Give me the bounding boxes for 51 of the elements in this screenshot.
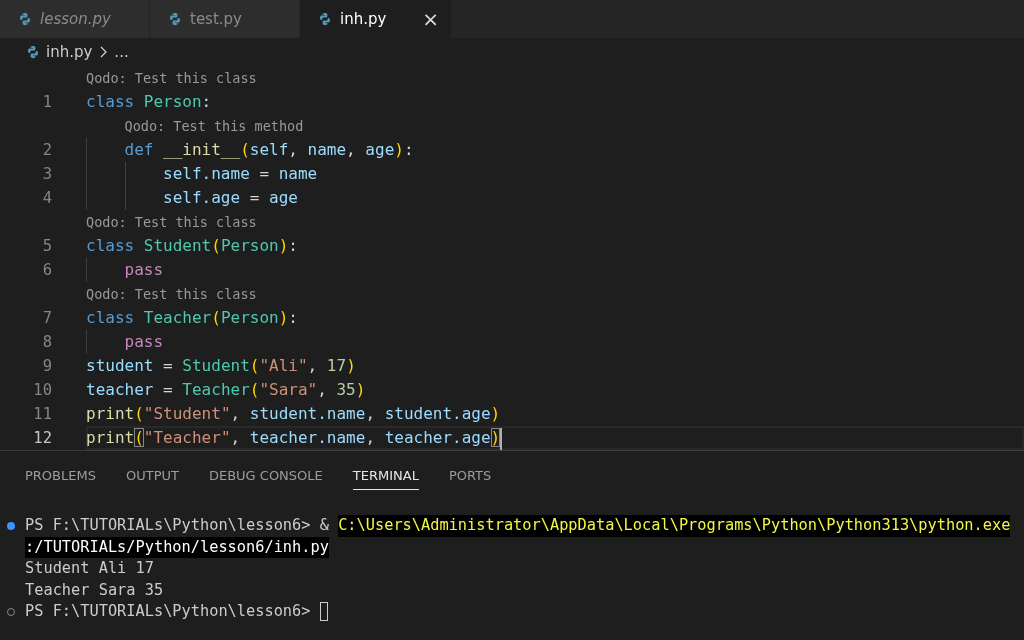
terminal-text: PS F:\TUTORIALs\Python\lesson6>	[25, 601, 312, 622]
panel-tab[interactable]: OUTPUT	[125, 466, 179, 490]
panel-tab[interactable]: TERMINAL	[352, 466, 419, 490]
line-number: 4	[41, 188, 52, 209]
code-line: print("Student", student.name, student.age)	[86, 403, 502, 425]
code-line: teacher = Teacher("Sara", 35)	[86, 379, 367, 401]
terminal-text: Teacher Sara 35	[25, 579, 164, 601]
chevron-right-icon	[98, 46, 109, 58]
editor-tab[interactable]: test.py	[150, 0, 300, 38]
code-line: class Person:	[86, 91, 213, 113]
terminal-text: :/TUTORIALs/Python/lesson6/inh.py	[25, 536, 329, 558]
line-number: 8	[41, 332, 52, 353]
text-cursor	[500, 427, 503, 450]
line-number: 12	[32, 428, 52, 449]
python-file-icon	[18, 12, 32, 26]
editor-tab[interactable]: lesson.py	[0, 0, 150, 38]
terminal-command: C:\Users\Administrator\AppData\Local\Programs\Python\Python313\python.exe	[338, 515, 1011, 537]
code-line: def __init__(self, name, age):	[86, 138, 1024, 162]
line-number: 1	[41, 92, 52, 113]
python-file-icon	[318, 12, 332, 26]
codelens-link[interactable]: Qodo: Test this class	[86, 68, 257, 88]
code-line: class Teacher(Person):	[86, 307, 299, 329]
code-line: self.age = age	[86, 186, 1024, 210]
python-file-icon	[168, 12, 182, 26]
editor-tab[interactable]: inh.py ×	[300, 0, 452, 38]
panel-tab[interactable]: DEBUG CONSOLE	[208, 466, 323, 490]
codelens-link[interactable]: Qodo: Test this class	[86, 284, 257, 304]
line-number: 3	[41, 164, 52, 185]
code-line: print("Teacher", teacher.name, teacher.age)	[86, 426, 1024, 450]
breadcrumb-item[interactable]: inh.py	[46, 43, 93, 61]
panel-tab[interactable]: PROBLEMS	[25, 466, 96, 490]
code-line: class Student(Person):	[86, 235, 299, 257]
line-number: 7	[41, 308, 52, 329]
codelens-link[interactable]: Qodo: Test this method	[124, 116, 304, 136]
code-line: pass	[86, 330, 1024, 354]
line-number: 2	[41, 140, 52, 161]
code-line: student = Student("Ali", 17)	[86, 355, 357, 377]
panel-tab[interactable]: PORTS	[448, 466, 492, 490]
code-line: self.name = name	[86, 162, 1024, 186]
codelens-link[interactable]: Qodo: Test this class	[86, 212, 257, 232]
line-number: 6	[41, 260, 52, 281]
line-number: 9	[41, 356, 52, 377]
line-number: 10	[32, 380, 52, 401]
python-file-icon	[26, 45, 40, 59]
code-line: pass	[86, 258, 1024, 282]
close-button[interactable]: ×	[422, 7, 451, 31]
terminal-text: PS F:\TUTORIALs\Python\lesson6> &	[25, 515, 330, 536]
breadcrumb-item[interactable]: ...	[114, 43, 129, 61]
line-number: 5	[41, 236, 52, 257]
line-number: 11	[32, 404, 52, 425]
terminal-text: Student Ali 17	[25, 558, 154, 579]
